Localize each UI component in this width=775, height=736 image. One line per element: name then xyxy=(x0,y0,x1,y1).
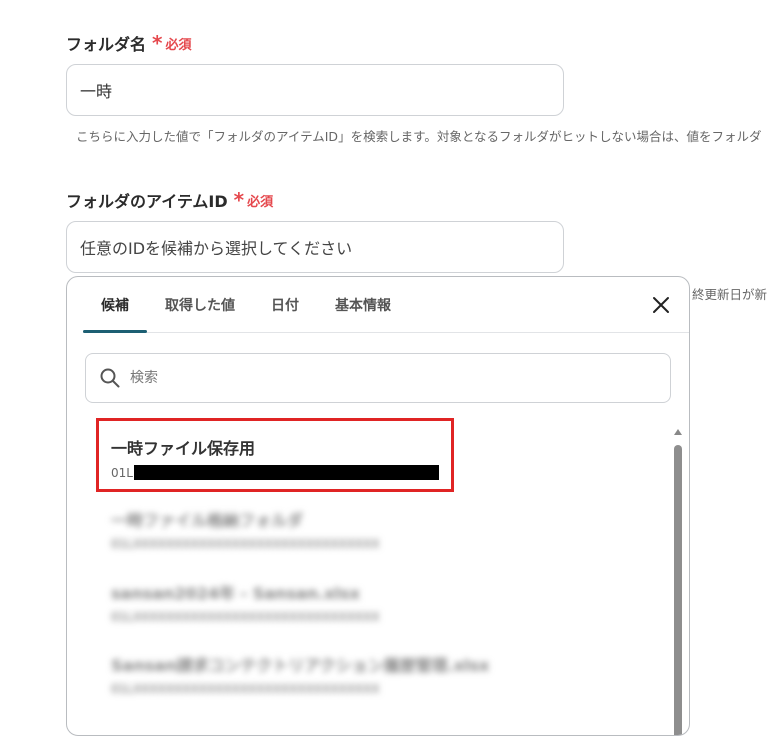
folder-item-id-input[interactable]: 任意のIDを候補から選択してください xyxy=(66,221,564,273)
required-star: * xyxy=(152,31,163,55)
folder-name-value: 一時 xyxy=(80,82,113,101)
list-item-title: 一時ファイル保存用 xyxy=(111,439,256,458)
list-item-id: 01LXXXXXXXXXXXXXXXXXXXXXXXXXXXXXX xyxy=(111,610,380,624)
tab-acquired-values[interactable]: 取得した値 xyxy=(147,277,253,332)
list-item-id: 01LXXXXXXXXXXXXXXXXXXXXXXXXXXXXXX xyxy=(111,682,380,696)
search-icon xyxy=(100,368,120,388)
search-input[interactable] xyxy=(128,369,652,387)
tab-basic-info[interactable]: 基本情報 xyxy=(317,277,409,332)
list-item-title: Sansan請求コンテクトリアクション履歴管理.xlsx xyxy=(111,656,490,675)
required-badge: 必須 xyxy=(165,37,192,53)
folder-item-id-placeholder: 任意のIDを候補から選択してください xyxy=(80,239,353,258)
required-badge: 必須 xyxy=(247,194,274,210)
scrollbar[interactable] xyxy=(673,429,683,735)
tab-candidates[interactable]: 候補 xyxy=(83,277,147,333)
list-item[interactable]: sansan2024年 - Sansan.xlsx 01LXXXXXXXXXXX… xyxy=(111,580,531,624)
folder-item-id-side-help: 終更新日が新 xyxy=(692,287,768,302)
folder-name-input[interactable]: 一時 xyxy=(66,64,564,116)
folder-name-help: こちらに入力した値で「フォルダのアイテムID」を検索します。対象となるフォルダが… xyxy=(76,129,762,144)
list-item[interactable]: 一時ファイル格納フォルダ 01LXXXXXXXXXXXXXXXXXXXXXXXX… xyxy=(111,507,531,551)
tab-date[interactable]: 日付 xyxy=(253,277,317,332)
suggestion-panel: 候補 取得した値 日付 基本情報 一時ファイル保存用 01L 一時ファイル格納フ… xyxy=(66,276,690,736)
close-button[interactable] xyxy=(649,293,673,317)
list-item[interactable]: 一時ファイル保存用 01L xyxy=(111,435,531,480)
scrollbar-thumb[interactable] xyxy=(674,445,682,735)
list-item-id: 01L xyxy=(111,465,531,480)
folder-name-label-text: フォルダ名 xyxy=(66,35,147,54)
list-item[interactable]: Sansan請求コンテクトリアクション履歴管理.xlsx 01LXXXXXXXX… xyxy=(111,652,531,696)
redaction-bar xyxy=(133,465,439,480)
folder-name-label: フォルダ名 * 必須 xyxy=(66,31,192,55)
panel-tabs: 候補 取得した値 日付 基本情報 xyxy=(83,277,689,333)
list-item-title: 一時ファイル格納フォルダ xyxy=(111,511,304,530)
search-box[interactable] xyxy=(85,353,671,403)
folder-item-id-label: フォルダのアイテムID * 必須 xyxy=(66,188,273,212)
list-item-title: sansan2024年 - Sansan.xlsx xyxy=(111,584,360,603)
close-icon xyxy=(653,297,669,313)
list-item-id: 01LXXXXXXXXXXXXXXXXXXXXXXXXXXXXXX xyxy=(111,537,380,551)
scroll-up-icon[interactable] xyxy=(674,429,682,435)
list-item-id-prefix: 01L xyxy=(111,465,133,480)
required-star: * xyxy=(233,188,245,212)
folder-item-id-label-text: フォルダのアイテムID xyxy=(66,192,228,211)
